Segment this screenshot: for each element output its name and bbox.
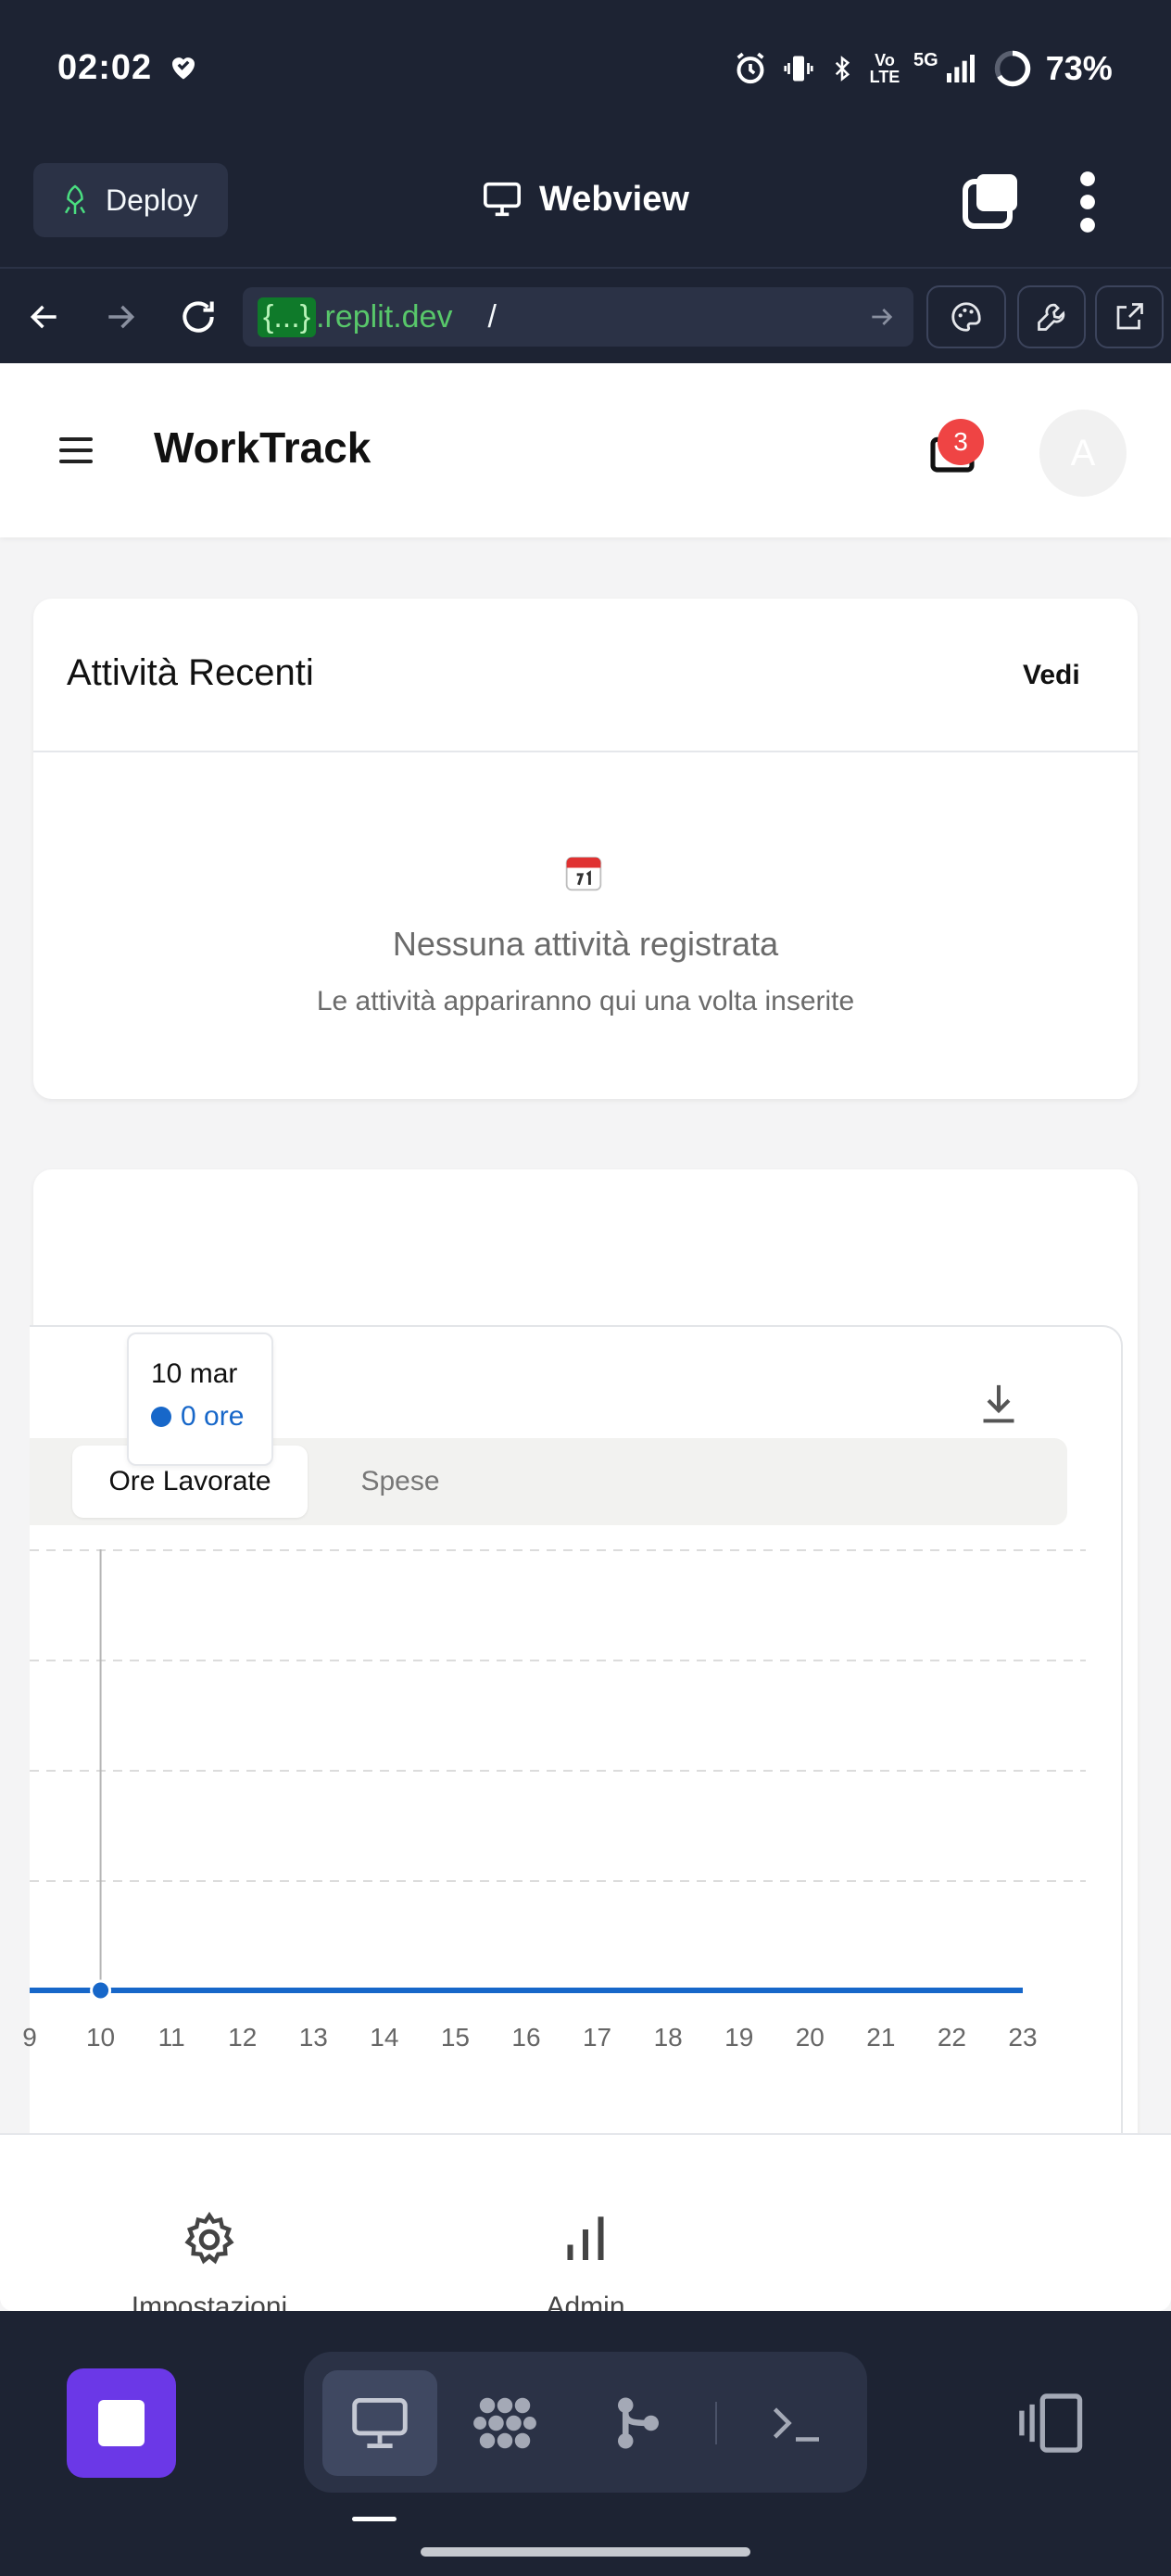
recent-activity-title: Attività Recenti xyxy=(67,652,314,693)
notification-badge: 3 xyxy=(938,419,984,465)
webview-pane-button[interactable] xyxy=(322,2370,437,2476)
battery-level: 73% xyxy=(1045,49,1113,87)
agent-pane-button[interactable] xyxy=(454,2370,556,2476)
devtools-button[interactable] xyxy=(1017,285,1086,348)
agent-icon xyxy=(473,2397,536,2449)
webview-title-text: Webview xyxy=(539,179,689,219)
chart-tooltip: 10 mar 0 ore xyxy=(127,1332,273,1466)
home-indicator[interactable] xyxy=(421,2547,750,2557)
network-label: 5G xyxy=(913,49,938,70)
x-tick-label: 21 xyxy=(866,2023,895,2052)
webview-page: WorkTrack 3 A Attività Recenti Vedi Ness… xyxy=(0,363,1171,2311)
wrench-icon xyxy=(1038,303,1065,331)
empty-state-subtitle: Le attività appariranno qui una volta in… xyxy=(316,986,855,1017)
x-tick-label: 18 xyxy=(654,2023,683,2052)
x-tick-label: 22 xyxy=(938,2023,966,2052)
external-link-icon xyxy=(1116,303,1143,330)
calendar-icon xyxy=(565,856,602,891)
url-repl-braces: {...} xyxy=(258,297,317,337)
back-button[interactable] xyxy=(17,289,72,345)
bar-chart-icon xyxy=(567,2216,604,2260)
volte-label: Vo LTE xyxy=(869,51,900,86)
tabs-icon[interactable] xyxy=(962,170,1021,230)
monitor-icon xyxy=(484,182,521,217)
empty-state-title: Nessuna attività registrata xyxy=(392,925,779,963)
status-icons: Vo LTE 5G 73% xyxy=(732,46,1113,91)
go-arrow-icon[interactable] xyxy=(867,302,897,332)
signal-icon xyxy=(946,55,975,82)
x-tick-label: 14 xyxy=(370,2023,398,2052)
git-branch-icon xyxy=(618,2397,659,2449)
bluetooth-icon xyxy=(835,56,850,82)
x-tick-label: 12 xyxy=(228,2023,257,2052)
x-tick-label: 11 xyxy=(158,2023,185,2052)
download-icon[interactable] xyxy=(978,1381,1019,1427)
recent-activity-card: Attività Recenti Vedi Nessuna attività r… xyxy=(33,599,1138,1099)
vibrate-icon xyxy=(784,56,813,82)
status-time: 02:02 xyxy=(57,48,153,87)
avatar[interactable]: A xyxy=(1039,410,1127,497)
nav-item-settings[interactable]: Impostazioni xyxy=(117,2209,302,2311)
x-tick-label: 9 xyxy=(22,2023,37,2052)
hours-line-chart[interactable]: 9 10 11 12 13 14 15 16 17 18 19 20 21 22 23 xyxy=(0,1549,1086,2124)
active-data-point xyxy=(90,1979,112,2001)
x-tick-label: 17 xyxy=(583,2023,611,2052)
app-bottom-nav: Impostazioni Admin xyxy=(0,2133,1171,2311)
tooltip-date: 10 mar xyxy=(151,1358,238,1389)
stop-icon xyxy=(98,2400,145,2446)
series-dot xyxy=(151,1407,171,1427)
open-external-button[interactable] xyxy=(1095,285,1164,348)
more-vertical-icon[interactable] xyxy=(1073,170,1102,234)
url-domain: .replit.dev xyxy=(316,298,453,335)
arrow-right-icon xyxy=(108,305,135,329)
x-tick-label: 13 xyxy=(299,2023,328,2052)
gear-icon xyxy=(184,2211,234,2265)
reload-button[interactable] xyxy=(170,289,226,345)
forward-button[interactable] xyxy=(93,289,148,345)
nav-admin-label: Admin xyxy=(546,2292,625,2311)
app-header: WorkTrack 3 A xyxy=(0,363,1171,537)
stop-button[interactable] xyxy=(67,2368,176,2478)
arrow-left-icon xyxy=(30,305,57,329)
tab-expenses[interactable]: Spese xyxy=(317,1446,484,1518)
terminal-icon xyxy=(773,2407,819,2442)
pane-switcher xyxy=(304,2352,867,2493)
deploy-icon xyxy=(64,184,86,214)
x-tick-label: 16 xyxy=(511,2023,540,2052)
nav-item-admin[interactable]: Admin xyxy=(493,2209,678,2311)
reload-icon xyxy=(183,301,214,333)
alarm-icon xyxy=(737,52,764,84)
nav-settings-label: Impostazioni xyxy=(131,2292,288,2311)
palette-icon xyxy=(951,302,981,332)
theme-button[interactable] xyxy=(926,285,1006,348)
x-tick-label: 10 xyxy=(86,2023,115,2052)
menu-icon[interactable] xyxy=(56,434,96,467)
shell-pane-button[interactable] xyxy=(745,2370,847,2476)
x-tick-label: 15 xyxy=(441,2023,470,2052)
active-pane-indicator xyxy=(352,2517,397,2521)
webview-tab-title: Webview xyxy=(482,176,689,222)
deploy-label: Deploy xyxy=(106,183,198,217)
x-tick-label: 19 xyxy=(724,2023,753,2052)
pane-divider xyxy=(715,2402,717,2444)
app-title: WorkTrack xyxy=(154,423,371,472)
view-all-button[interactable]: Vedi xyxy=(1023,660,1080,691)
monitor-icon xyxy=(352,2398,408,2448)
recent-activity-header: Attività Recenti Vedi xyxy=(33,599,1138,752)
x-tick-label: 20 xyxy=(796,2023,825,2052)
battery-ring-icon xyxy=(994,50,1030,87)
url-input[interactable]: {...} .replit.dev / xyxy=(243,287,913,347)
tooltip-value: 0 ore xyxy=(181,1401,245,1432)
url-path: / xyxy=(487,298,497,335)
heart-icon xyxy=(172,57,195,80)
panels-icon[interactable] xyxy=(1014,2391,1084,2456)
deploy-button[interactable]: Deploy xyxy=(33,163,228,237)
x-tick-label: 23 xyxy=(1008,2023,1037,2052)
git-pane-button[interactable] xyxy=(587,2370,689,2476)
tooltip-value-row: 0 ore xyxy=(151,1401,271,1433)
